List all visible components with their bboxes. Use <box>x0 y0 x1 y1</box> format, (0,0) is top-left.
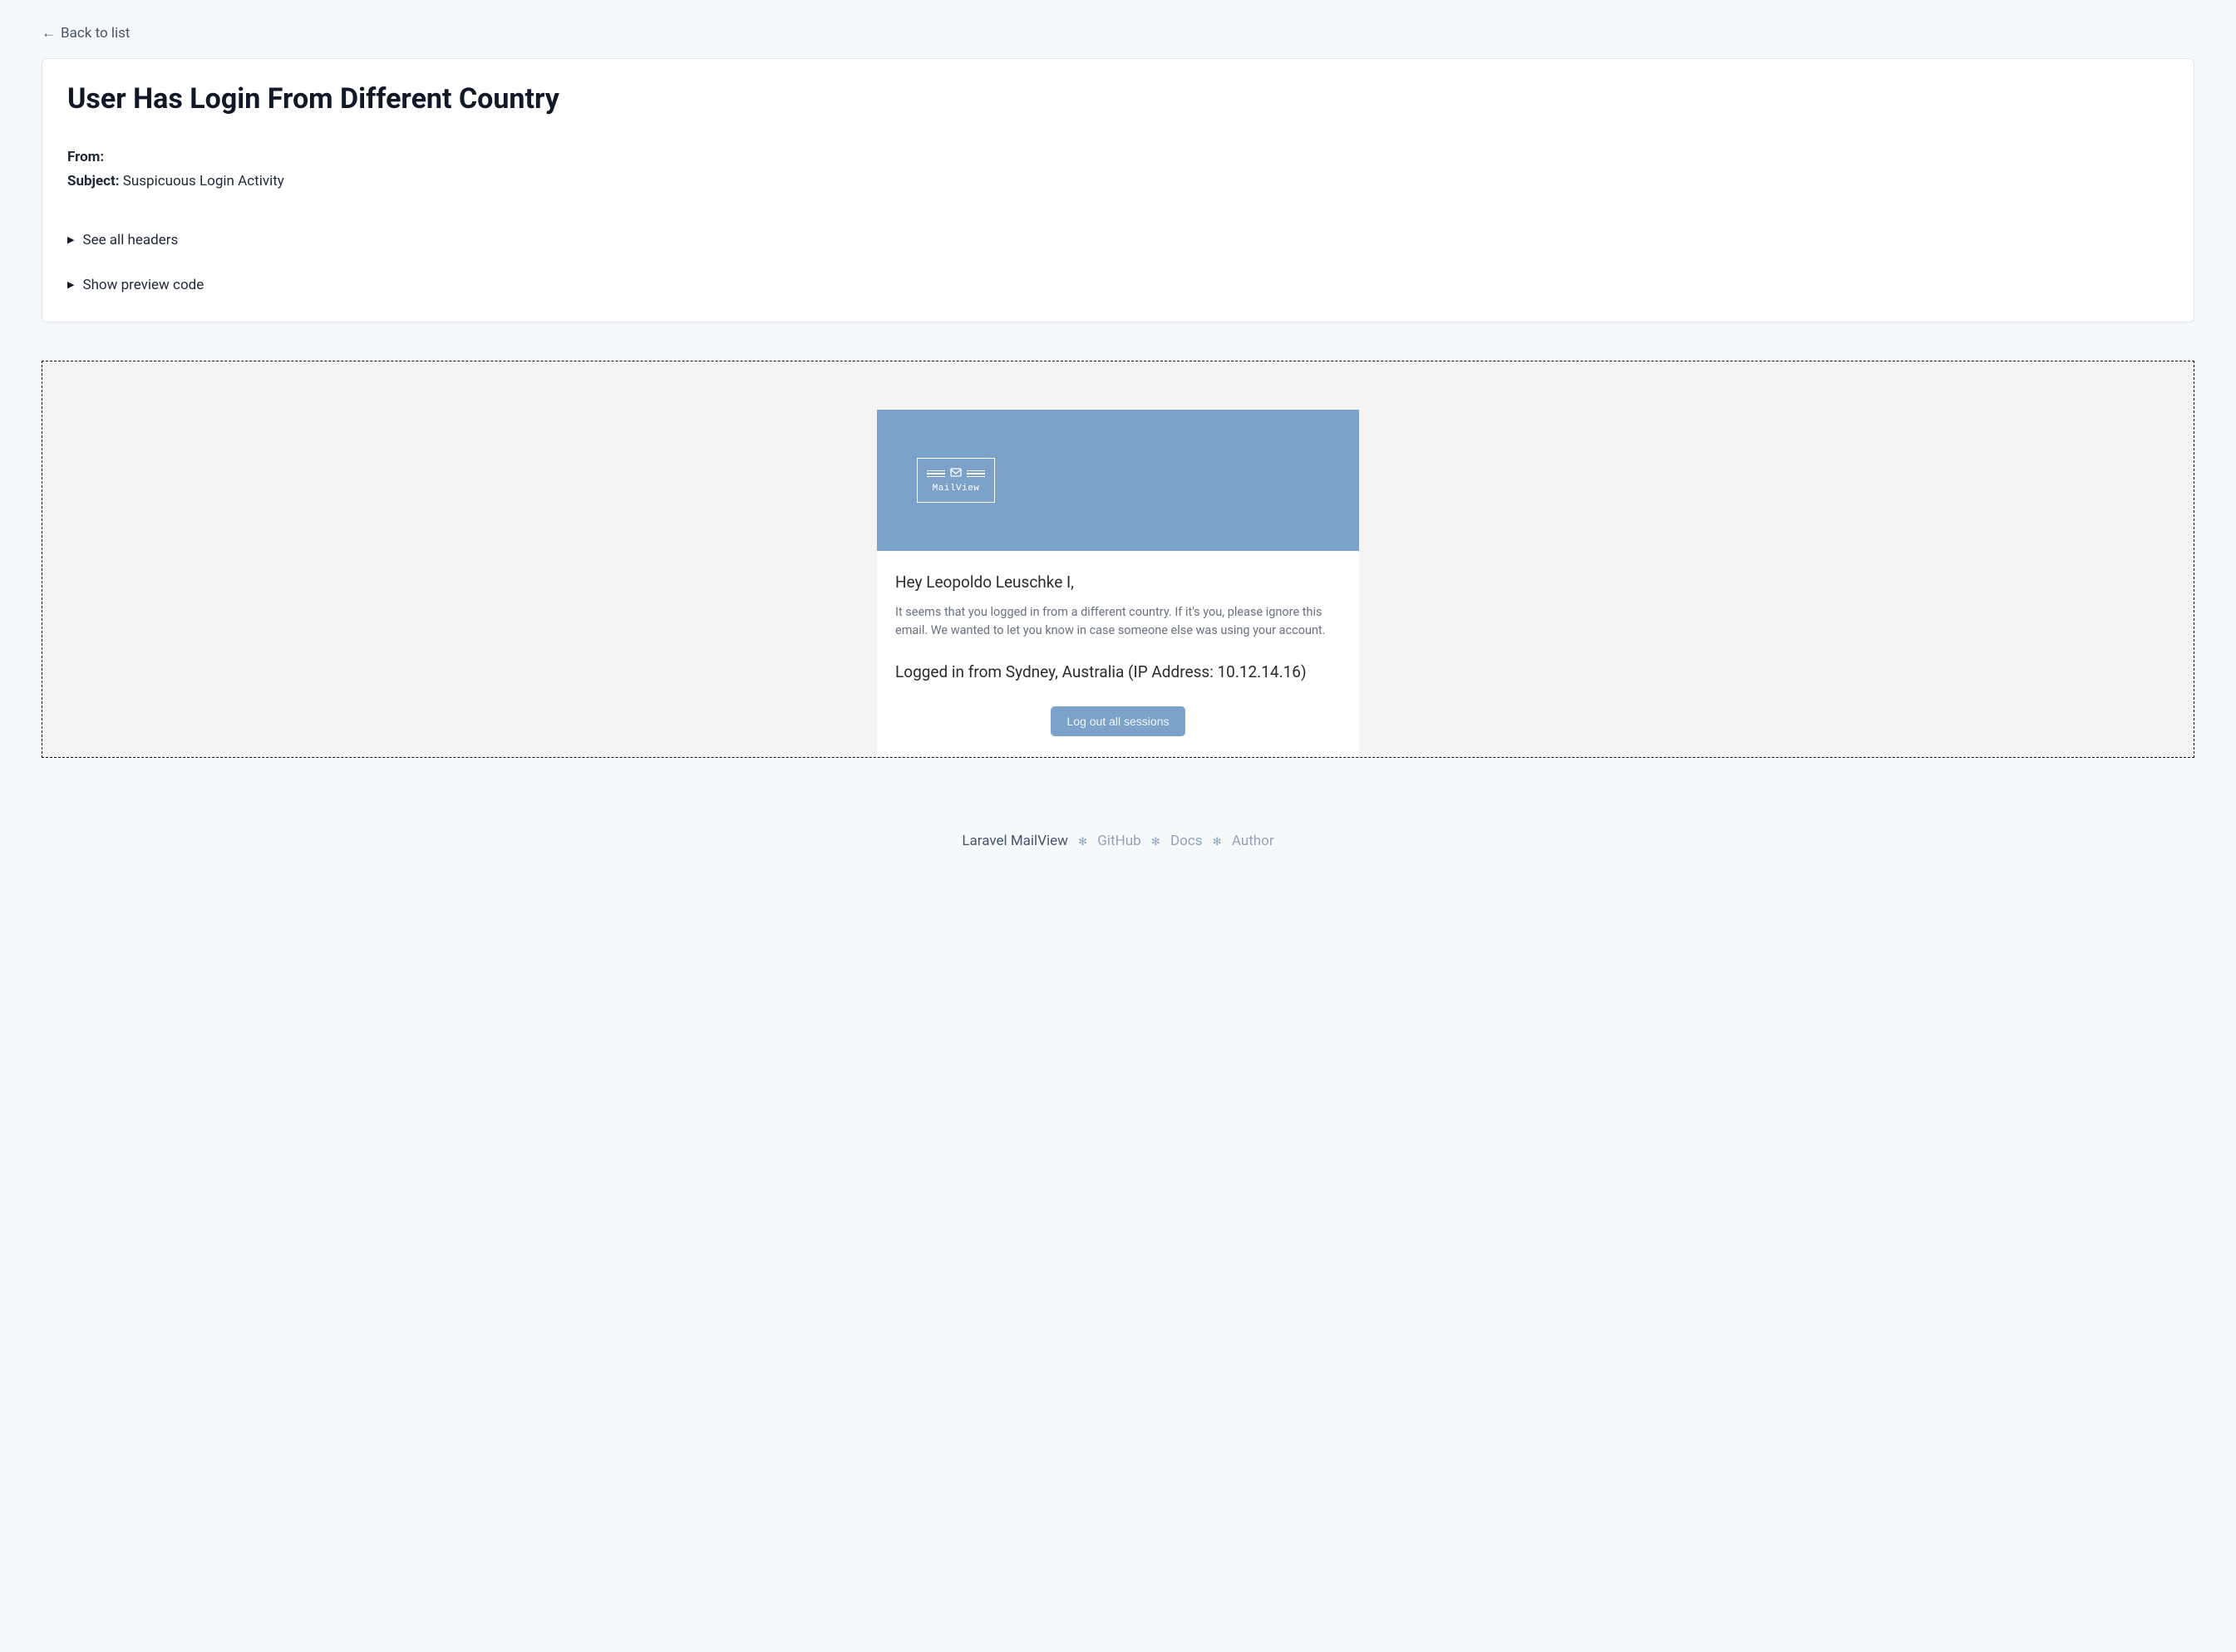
logo-text: MailView <box>933 484 980 494</box>
mail-title: User Has Login From Different Country <box>67 82 2169 116</box>
page-footer: Laravel MailView ✻ GitHub ✻ Docs ✻ Autho… <box>42 833 2194 849</box>
back-label: Back to list <box>61 25 130 42</box>
email-header: MailView <box>877 410 1359 551</box>
footer-link-github[interactable]: GitHub <box>1097 833 1140 849</box>
logo-lines-right-icon <box>967 470 985 478</box>
email-body-text: It seems that you logged in from a diffe… <box>895 603 1341 641</box>
email-body: Hey Leopoldo Leuschke I, It seems that y… <box>877 551 1359 758</box>
footer-separator-icon: ✻ <box>1151 836 1160 848</box>
footer-brand: Laravel MailView <box>962 833 1068 849</box>
footer-separator-icon: ✻ <box>1078 836 1087 848</box>
logout-all-sessions-button[interactable]: Log out all sessions <box>1051 706 1186 736</box>
subject-row: Subject: Suspicuous Login Activity <box>67 170 2169 194</box>
subject-value: Suspicuous Login Activity <box>123 173 284 189</box>
email-greeting: Hey Leopoldo Leuschke I, <box>895 573 1341 592</box>
from-label: From: <box>67 149 104 165</box>
footer-separator-icon: ✻ <box>1213 836 1222 848</box>
footer-link-author[interactable]: Author <box>1232 833 1274 849</box>
email-container: MailView Hey Leopoldo Leuschke I, It see… <box>877 410 1359 758</box>
see-all-headers-toggle[interactable]: See all headers <box>67 227 2169 253</box>
mailview-logo: MailView <box>917 458 995 503</box>
mail-detail-card: User Has Login From Different Country Fr… <box>42 58 2194 322</box>
logo-lines-left-icon <box>927 470 945 478</box>
footer-link-docs[interactable]: Docs <box>1170 833 1203 849</box>
subject-label: Subject: <box>67 173 120 189</box>
email-login-info: Logged in from Sydney, Australia (IP Add… <box>895 662 1341 681</box>
show-preview-code-label: Show preview code <box>82 277 204 293</box>
see-all-headers-label: See all headers <box>82 232 178 248</box>
from-row: From: <box>67 145 2169 170</box>
envelope-icon <box>950 467 962 480</box>
show-preview-code-toggle[interactable]: Show preview code <box>67 272 2169 298</box>
arrow-left-icon: ← <box>42 25 56 42</box>
back-to-list-link[interactable]: ← Back to list <box>42 25 130 42</box>
email-preview-frame: MailView Hey Leopoldo Leuschke I, It see… <box>42 361 2194 758</box>
logo-graphic <box>927 467 985 480</box>
